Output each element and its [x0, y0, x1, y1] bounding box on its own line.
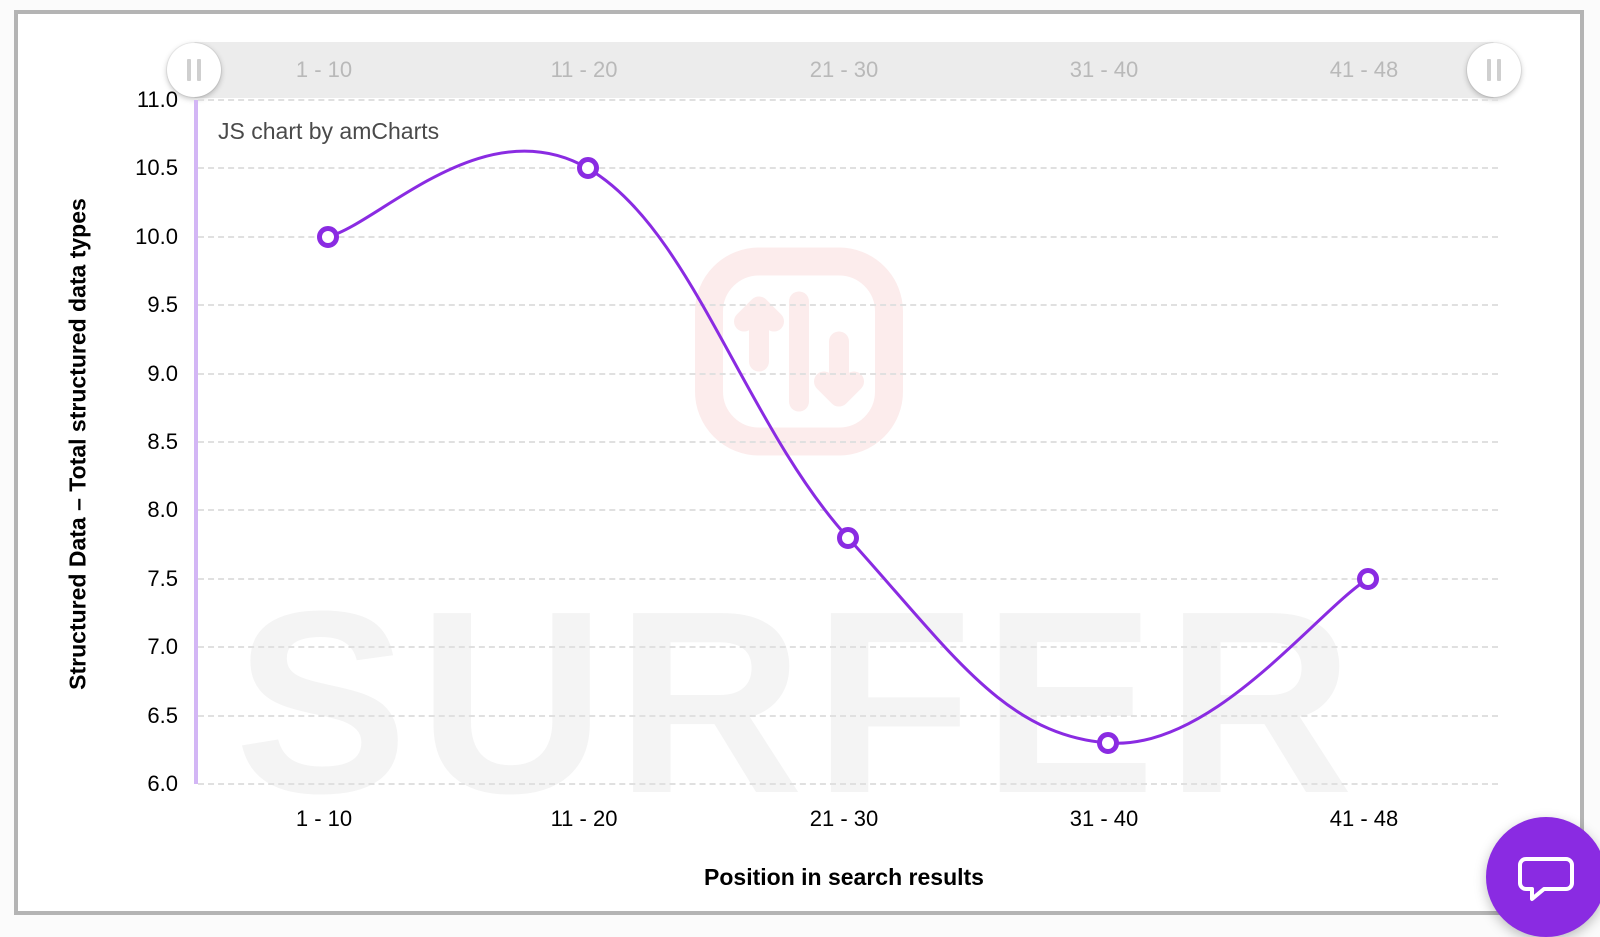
data-point[interactable] [1357, 568, 1379, 590]
chat-widget-button[interactable] [1486, 817, 1600, 937]
x-tick-label: 1 - 10 [296, 806, 352, 832]
chat-icon [1516, 847, 1576, 907]
x-tick-label: 31 - 40 [1070, 806, 1139, 832]
line-series [198, 100, 1498, 784]
y-tick-label: 8.0 [98, 497, 178, 523]
x-tick-label: 11 - 20 [551, 806, 618, 832]
scrollbar-tick: 21 - 30 [810, 57, 879, 83]
x-tick-label: 41 - 48 [1330, 806, 1399, 832]
y-tick-label: 11.0 [98, 87, 178, 113]
data-point[interactable] [837, 527, 859, 549]
y-tick-label: 10.0 [98, 224, 178, 250]
scrollbar-tick: 1 - 10 [296, 57, 352, 83]
range-scrollbar[interactable]: 1 - 10 11 - 20 21 - 30 31 - 40 41 - 48 [194, 42, 1494, 98]
y-tick-label: 9.5 [98, 292, 178, 318]
y-tick-label: 6.5 [98, 703, 178, 729]
data-point[interactable] [1097, 732, 1119, 754]
y-tick-label: 7.5 [98, 566, 178, 592]
scrollbar-tick: 41 - 48 [1330, 57, 1399, 83]
data-point[interactable] [317, 226, 339, 248]
scrollbar-tick: 11 - 20 [551, 57, 618, 83]
x-axis-label: Position in search results [704, 864, 984, 891]
scrollbar-tick: 31 - 40 [1070, 57, 1139, 83]
y-tick-label: 8.5 [98, 429, 178, 455]
y-tick-label: 9.0 [98, 361, 178, 387]
y-tick-label: 6.0 [98, 771, 178, 797]
y-tick-label: 7.0 [98, 634, 178, 660]
data-point[interactable] [577, 157, 599, 179]
y-axis-label: Structured Data – Total structured data … [65, 198, 92, 690]
chart-frame: SURFER 1 - 10 11 - 20 21 - 30 31 - 40 41… [14, 10, 1584, 915]
scrollbar-grip-right[interactable] [1467, 43, 1521, 97]
y-tick-label: 10.5 [98, 155, 178, 181]
plot-area [194, 100, 1498, 784]
x-tick-label: 21 - 30 [810, 806, 879, 832]
